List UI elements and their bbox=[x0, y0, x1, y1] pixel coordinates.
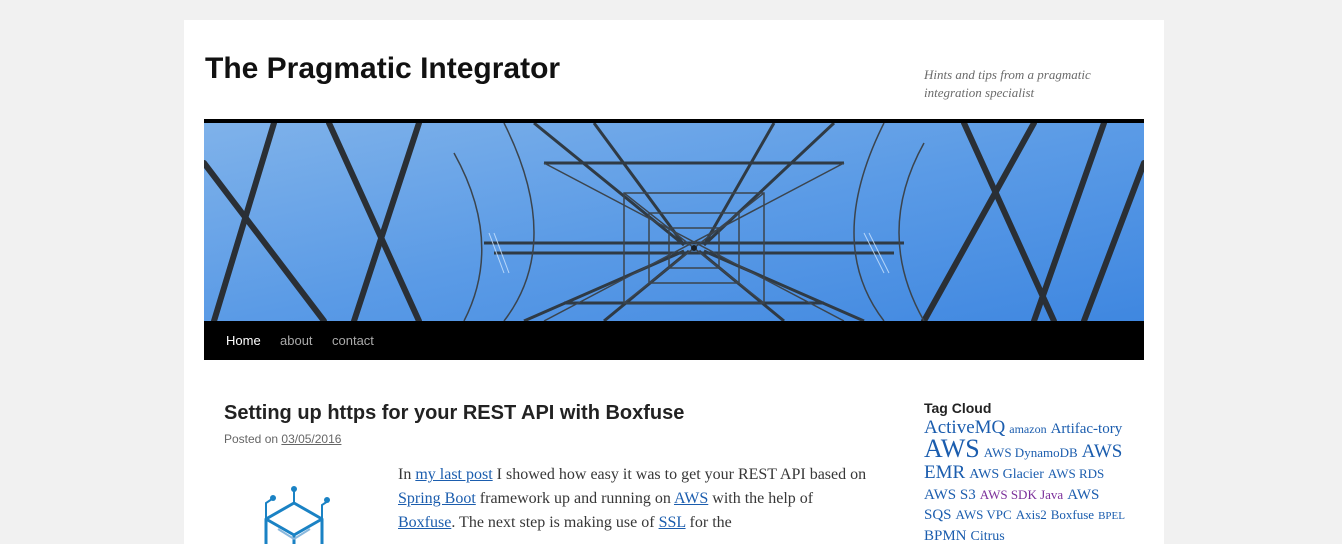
tag-link[interactable]: BPEL bbox=[1098, 510, 1125, 522]
aws-link[interactable]: AWS bbox=[674, 490, 708, 507]
tag-link[interactable]: Citrus bbox=[971, 529, 1005, 544]
tag-link[interactable]: AWS VPC bbox=[956, 507, 1012, 522]
spring-boot-link[interactable]: Spring Boot bbox=[398, 490, 476, 507]
tag-link[interactable]: amazon bbox=[1009, 422, 1046, 436]
nav-item-contact[interactable]: contact bbox=[332, 321, 374, 360]
header-banner-image[interactable] bbox=[204, 123, 1144, 321]
post-text: In bbox=[398, 466, 416, 483]
my-last-post-link[interactable]: my last post bbox=[415, 466, 492, 483]
tag-link[interactable]: AWS Glacier bbox=[969, 467, 1044, 482]
boxfuse-link[interactable]: Boxfuse bbox=[398, 514, 451, 531]
tag-cloud: ActiveMQ amazon Artifac-tory AWS AWS Dyn… bbox=[924, 418, 1129, 544]
post-title[interactable]: Setting up https for your REST API with … bbox=[224, 402, 684, 425]
tag-link[interactable]: AWS bbox=[924, 434, 980, 463]
tag-link[interactable]: Artifac-tory bbox=[1051, 421, 1123, 437]
tag-cloud-heading: Tag Cloud bbox=[924, 400, 992, 416]
tag-link[interactable]: AWS S3 bbox=[924, 487, 976, 503]
post-meta: Posted on 03/05/2016 bbox=[224, 432, 341, 446]
post-content: In my last post I showed how easy it was… bbox=[398, 463, 868, 535]
post-date-link[interactable]: 03/05/2016 bbox=[281, 432, 341, 446]
post-text: with the help of bbox=[708, 490, 814, 507]
post-text: . The next step is making use of bbox=[451, 514, 659, 531]
pylon-banner-photo bbox=[204, 123, 1144, 321]
page-container: The Pragmatic Integrator Hints and tips … bbox=[184, 20, 1164, 544]
nav-item-about[interactable]: about bbox=[280, 321, 313, 360]
tag-link[interactable]: AWS SDK Java bbox=[980, 487, 1063, 502]
boxfuse-logo-icon bbox=[258, 483, 330, 544]
nav-item-home[interactable]: Home bbox=[226, 321, 261, 360]
tag-link[interactable]: BPMN bbox=[924, 528, 967, 544]
tag-link[interactable]: Axis2 bbox=[1016, 507, 1047, 522]
main-navigation: Home about contact bbox=[204, 321, 1144, 360]
tag-link[interactable]: Boxfuse bbox=[1051, 507, 1094, 522]
posted-on-label: Posted on bbox=[224, 432, 279, 446]
post-text: framework up and running on bbox=[475, 490, 674, 507]
post-text: I showed how easy it was to get your RES… bbox=[492, 466, 867, 483]
ssl-link[interactable]: SSL bbox=[659, 514, 686, 531]
post-text: for the bbox=[685, 514, 732, 531]
tag-link[interactable]: AWS DynamoDB bbox=[984, 445, 1078, 460]
tag-link[interactable]: AWS RDS bbox=[1048, 466, 1104, 481]
tagline-line-2: integration specialist bbox=[924, 85, 1035, 100]
site-title[interactable]: The Pragmatic Integrator bbox=[205, 52, 560, 86]
site-tagline: Hints and tips from a pragmatic integrat… bbox=[924, 66, 1124, 102]
tagline-line-1: Hints and tips from a pragmatic bbox=[924, 67, 1091, 82]
